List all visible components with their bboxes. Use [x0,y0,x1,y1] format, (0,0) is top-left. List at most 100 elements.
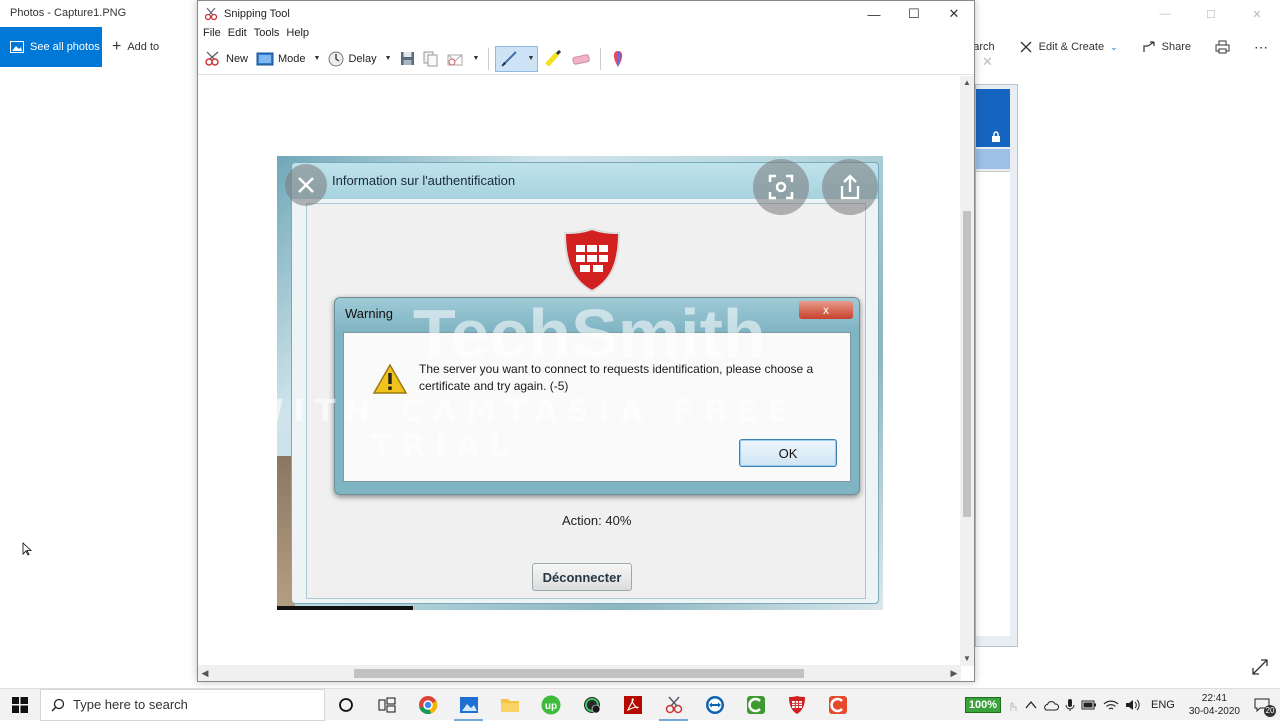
vertical-scroll-thumb[interactable] [963,211,971,517]
onedrive-icon[interactable] [1043,699,1059,711]
task-view-button[interactable] [366,689,407,721]
scroll-left-arrow-icon[interactable]: ◀ [198,665,212,681]
horizontal-scroll-thumb[interactable] [354,669,804,678]
scroll-up-arrow-icon[interactable]: ▲ [960,76,974,90]
see-all-photos-button[interactable]: See all photos [0,27,102,67]
wifi-icon[interactable] [1103,699,1119,711]
task-view-icon [378,697,395,712]
snipping-minimize-button[interactable]: — [854,1,894,27]
vertical-scrollbar[interactable]: ▲ ▼ [960,76,974,666]
windows-logo-icon [12,696,28,713]
snipping-close-button[interactable]: ✕ [934,1,974,27]
clock-date: 30-04-2020 [1188,706,1240,717]
chevron-up-icon[interactable] [1025,700,1037,710]
scissors-icon [204,7,218,21]
send-dropdown-caret-icon[interactable]: ▼ [473,55,480,62]
forticlient-icon [788,695,805,714]
auth-dialog: Information sur l'authentification Warni… [291,162,879,604]
battery-icon[interactable] [1081,700,1097,710]
action-center-button[interactable]: 20 [1250,693,1276,717]
add-to-button[interactable]: + Add to [112,38,159,56]
acrobat-taskbar-button[interactable] [612,689,653,721]
menu-file[interactable]: File [202,27,227,43]
horizontal-scrollbar[interactable]: ◀ ▶ [198,665,961,681]
menu-help[interactable]: Help [285,27,315,43]
whatsapp-taskbar-button[interactable] [571,689,612,721]
menu-edit[interactable]: Edit [227,27,253,43]
disconnect-button[interactable]: Déconnecter [532,563,632,591]
file-explorer-taskbar-button[interactable] [489,689,530,721]
close-overlay-button[interactable] [285,164,327,206]
snipping-maximize-button[interactable]: ☐ [894,1,934,27]
new-snip-button[interactable]: New [201,46,251,72]
plus-icon: + [112,38,122,55]
action-status-text: Action: 40% [562,513,632,528]
snipping-menu-bar: File Edit Tools Help [198,27,974,43]
scroll-down-arrow-icon[interactable]: ▼ [960,652,974,666]
photos-minimize-button[interactable]: — [1142,0,1188,28]
camtasia-recorder-taskbar-button[interactable] [735,689,776,721]
save-button[interactable] [397,46,418,72]
eraser-button[interactable] [568,46,594,72]
taskbar-search-box[interactable]: Type here to search [40,688,325,721]
photos-close-button[interactable]: ✕ [1234,0,1280,28]
fortinet-shield-icon [563,227,621,293]
delay-dropdown-caret-icon[interactable]: ▼ [385,55,392,62]
folder-icon [500,698,519,712]
photos-taskbar-button[interactable] [448,689,489,721]
chrome-taskbar-button[interactable] [407,689,448,721]
search-icon [51,698,65,712]
auth-dialog-title: Information sur l'authentification [332,173,516,188]
print-button[interactable] [1203,34,1242,60]
clock-time: 22:41 [1201,693,1227,704]
upwork-taskbar-button[interactable]: up [530,689,571,721]
photos-app-icon [459,696,478,713]
scroll-right-arrow-icon[interactable]: ▶ [947,665,961,681]
cortana-button[interactable] [325,689,366,721]
print-icon [1215,40,1230,54]
more-options-button[interactable]: ⋯ [1242,34,1280,60]
snipping-window-controls: — ☐ ✕ [854,1,974,27]
paint3d-icon [614,50,623,67]
photos-maximize-button[interactable]: ☐ [1188,0,1234,28]
camtasia-taskbar-button[interactable] [817,689,858,721]
mode-dropdown-caret-icon[interactable]: ▼ [314,55,321,62]
paint3d-button[interactable] [607,46,629,72]
mode-button[interactable]: Mode ▼ [253,46,323,72]
camtasia-watermark: MADE WITH CAMTASIA FREE TRIAL [91,394,799,464]
snipping-tool-taskbar-button[interactable] [653,689,694,721]
snipping-tool-icon [665,696,682,713]
delay-button[interactable]: Delay ▼ [325,46,394,72]
pen-icon [501,50,518,67]
language-indicator[interactable]: ENG [1147,699,1179,711]
expand-icon[interactable] [1251,658,1269,676]
clock-icon [328,51,344,66]
warning-close-button[interactable]: x [799,301,853,319]
pen-dropdown-caret-icon[interactable]: ▼ [527,55,534,62]
new-snip-icon [205,51,219,66]
new-snip-label: New [226,52,249,65]
menu-tools[interactable]: Tools [253,27,286,43]
share-button[interactable]: Share [1130,34,1203,60]
send-snip-button[interactable]: ▼ [444,46,483,72]
captured-image: Information sur l'authentification Warni… [277,156,883,610]
edit-create-button[interactable]: Edit & Create ⌄ [1007,34,1130,60]
start-button[interactable] [0,689,40,721]
touch-keyboard-icon[interactable] [1007,698,1019,712]
clock[interactable]: 22:41 30-04-2020 [1185,692,1244,718]
scan-overlay-button[interactable] [753,159,809,215]
volume-icon[interactable] [1125,699,1141,711]
pen-button[interactable]: ▼ [495,45,539,72]
svg-text:up: up [544,701,556,712]
capture-bottom-strip [277,606,413,610]
upload-icon [840,174,860,200]
side-panel-close-icon[interactable]: ✕ [982,54,993,70]
highlighter-button[interactable] [540,46,566,72]
zoom-level-badge[interactable]: 100% [964,697,1001,713]
microphone-icon[interactable] [1065,698,1075,712]
forticlient-taskbar-button[interactable] [776,689,817,721]
chevron-down-icon: ⌄ [1110,41,1118,52]
teamviewer-taskbar-button[interactable] [694,689,735,721]
copy-button[interactable] [420,46,442,72]
share-overlay-button[interactable] [822,159,878,215]
